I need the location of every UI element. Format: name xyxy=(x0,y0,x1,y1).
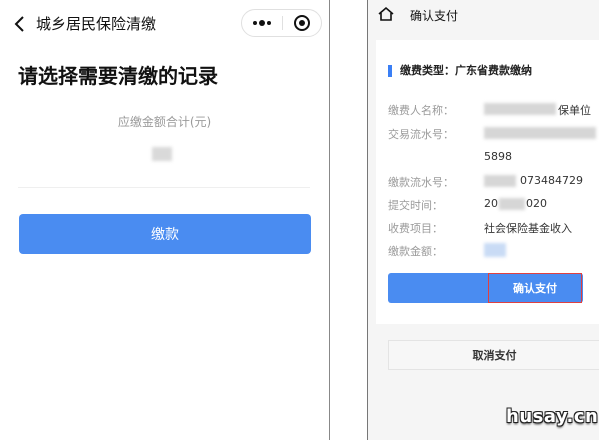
section-marker xyxy=(388,65,392,77)
nav-bar: 城乡居民保险清缴 xyxy=(0,0,329,46)
close-button[interactable] xyxy=(283,10,321,36)
home-icon xyxy=(378,6,394,21)
fee-item-value: 社会保险基金收入 xyxy=(484,222,572,235)
chevron-left-icon xyxy=(14,16,24,32)
amount-value-redacted xyxy=(152,147,172,161)
payer-name-value: 保单位 xyxy=(558,104,591,117)
payment-type: 缴费类型：广东省费款缴纳 xyxy=(400,64,532,77)
nav-title: 城乡居民保险清缴 xyxy=(36,15,157,33)
payment-no-label: 缴款流水号： xyxy=(388,176,454,189)
submit-time-suffix: 020 xyxy=(526,197,547,210)
transaction-no-redacted xyxy=(484,127,596,139)
watermark: husay.cn xyxy=(506,406,599,427)
submit-time-prefix: 20 xyxy=(484,197,498,210)
submit-time-redacted xyxy=(499,198,525,210)
more-button[interactable] xyxy=(242,10,282,36)
left-screen: 城乡居民保险清缴 请选择需要清缴的记录 应缴金额合计(元) 缴款 xyxy=(0,0,330,440)
right-nav-bar: 确认支付 xyxy=(368,0,599,30)
payment-no-redacted xyxy=(484,175,516,187)
payer-name-label: 缴费人名称： xyxy=(388,104,454,117)
right-screen: 确认支付 缴费类型：广东省费款缴纳 缴费人名称： 保单位 交易流水号： 5898… xyxy=(367,0,599,440)
back-button[interactable] xyxy=(8,10,32,38)
payer-name-redacted xyxy=(484,103,556,115)
gap xyxy=(330,0,367,440)
page-heading: 请选择需要清缴的记录 xyxy=(18,64,218,88)
transaction-no-label: 交易流水号： xyxy=(388,128,454,141)
amount-label-right: 缴款金额： xyxy=(388,245,443,258)
transaction-no-suffix: 5898 xyxy=(484,150,512,163)
confirm-bar[interactable]: 确认支付 xyxy=(388,273,583,303)
pay-button[interactable]: 缴款 xyxy=(19,214,311,254)
amount-label: 应缴金额合计(元) xyxy=(117,115,212,129)
confirm-pay-button[interactable]: 确认支付 xyxy=(488,273,582,303)
submit-time-label: 提交时间： xyxy=(388,199,443,212)
amount-redacted xyxy=(484,243,506,257)
right-nav-title: 确认支付 xyxy=(410,9,459,23)
divider xyxy=(18,187,310,188)
mini-program-capsule xyxy=(241,9,322,37)
more-dots-icon xyxy=(253,20,271,26)
fee-item-label: 收费项目： xyxy=(388,222,443,235)
payment-no-value: 073484729 xyxy=(520,174,583,187)
cancel-pay-button[interactable]: 取消支付 xyxy=(388,340,599,370)
home-button[interactable] xyxy=(377,6,395,22)
close-target-icon xyxy=(294,15,310,31)
